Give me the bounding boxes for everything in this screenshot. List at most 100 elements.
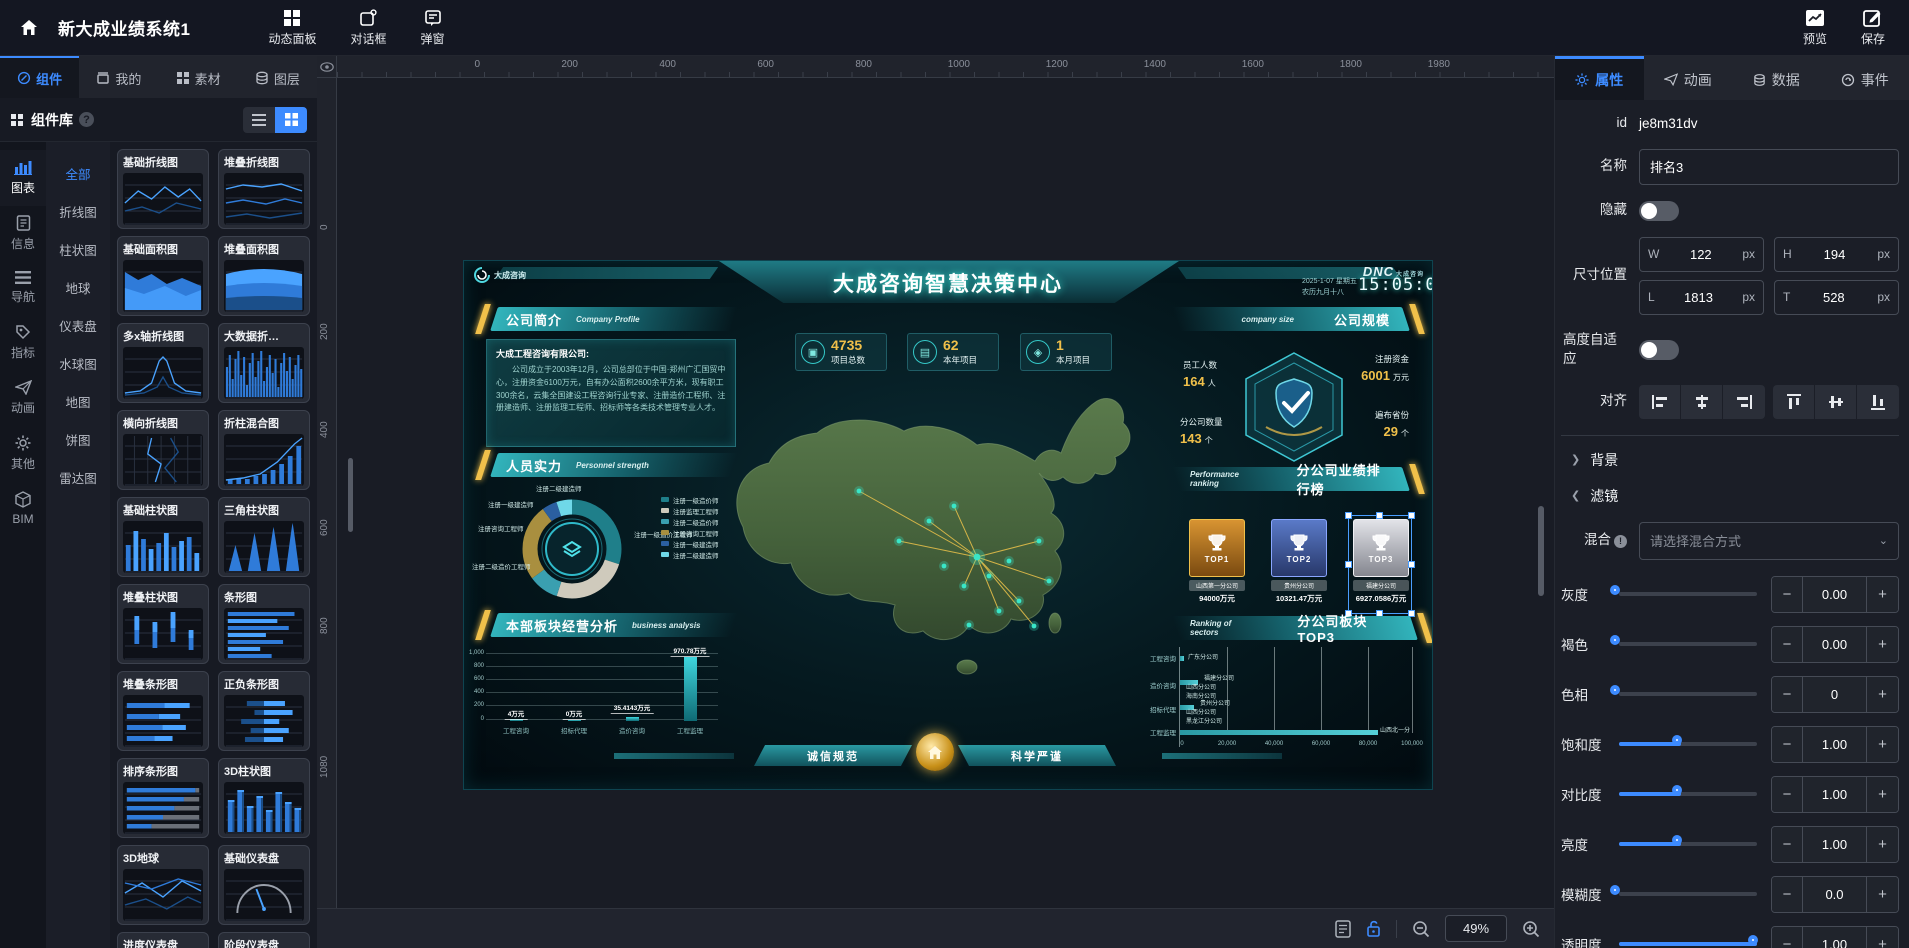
save-button[interactable]: 保存 [1861, 9, 1885, 47]
decrement-button[interactable]: − [1772, 777, 1803, 812]
component-card[interactable]: 堆叠折线图 [218, 149, 310, 229]
ruler-eye-toggle[interactable] [317, 56, 337, 78]
increment-button[interactable]: + [1866, 777, 1898, 812]
auto-height-toggle[interactable] [1639, 340, 1679, 360]
decrement-button[interactable]: − [1772, 677, 1803, 712]
tab-layers[interactable]: 图层 [238, 56, 317, 98]
align-center-button[interactable] [1681, 385, 1723, 419]
rail-item-bim[interactable]: BIM [0, 482, 46, 536]
increment-button[interactable]: + [1866, 677, 1898, 712]
zoom-level[interactable]: 49% [1445, 915, 1507, 942]
home-button[interactable] [14, 13, 44, 43]
decrement-button[interactable]: − [1772, 577, 1803, 612]
value-field[interactable]: 1.00 [1803, 777, 1866, 812]
cat-map[interactable]: 地图 [46, 382, 110, 420]
align-middle-button[interactable] [1815, 385, 1857, 419]
component-card[interactable]: 堆叠条形图 [117, 671, 209, 751]
component-card[interactable]: 堆叠面积图 [218, 236, 310, 316]
component-card[interactable]: 大数据折… [218, 323, 310, 403]
cat-liquid[interactable]: 水球图 [46, 344, 110, 382]
value-field[interactable]: 1.00 [1803, 827, 1866, 862]
opacity-slider[interactable] [1619, 942, 1757, 946]
decrement-button[interactable]: − [1772, 827, 1803, 862]
dashboard-page[interactable]: 大成咨询智慧决策中心 大成咨询 DNC大成咨询 2025-1-07 星期五农历九… [463, 260, 1433, 790]
rail-item-other[interactable]: 其他 [0, 426, 46, 482]
rail-item-charts[interactable]: 图表 [0, 150, 46, 206]
component-card[interactable]: 堆叠柱状图 [117, 584, 209, 664]
rail-item-info[interactable]: 信息 [0, 206, 46, 262]
tab-assets[interactable]: 素材 [159, 56, 238, 98]
cat-all[interactable]: 全部 [46, 154, 110, 192]
align-right-button[interactable] [1723, 385, 1765, 419]
background-section-toggle[interactable]: ❯ 背景 [1571, 450, 1899, 470]
decrement-button[interactable]: − [1772, 727, 1803, 762]
increment-button[interactable]: + [1866, 927, 1898, 948]
align-top-button[interactable] [1773, 385, 1815, 419]
cat-line[interactable]: 折线图 [46, 192, 110, 230]
left-scrollbar-thumb[interactable] [348, 458, 353, 532]
tab-properties[interactable]: 属性 [1555, 56, 1644, 100]
blur-slider[interactable] [1619, 892, 1757, 896]
rail-item-animation[interactable]: 动画 [0, 371, 46, 426]
decrement-button[interactable]: − [1772, 627, 1803, 662]
hide-toggle[interactable] [1639, 201, 1679, 221]
tab-animation[interactable]: 动画 [1644, 56, 1733, 100]
component-card[interactable]: 正负条形图 [218, 671, 310, 751]
component-card[interactable]: 3D柱状图 [218, 758, 310, 838]
decrement-button[interactable]: − [1772, 927, 1803, 948]
zoom-out-button[interactable] [1412, 920, 1430, 938]
left-field[interactable]: L1813px [1639, 280, 1764, 315]
canvas-area[interactable]: 0 200 400 600 800 1000 1200 1400 1600 18… [317, 56, 1554, 948]
component-card[interactable]: 基础折线图 [117, 149, 209, 229]
increment-button[interactable]: + [1866, 827, 1898, 862]
grayscale-slider[interactable] [1619, 592, 1757, 596]
component-card[interactable]: 折柱混合图 [218, 410, 310, 490]
component-card[interactable]: 基础仪表盘 [218, 845, 310, 925]
contrast-slider[interactable] [1619, 792, 1757, 796]
value-field[interactable]: 1.00 [1803, 927, 1866, 948]
cat-pie[interactable]: 饼图 [46, 420, 110, 458]
value-field[interactable]: 1.00 [1803, 727, 1866, 762]
component-card[interactable]: 基础面积图 [117, 236, 209, 316]
align-bottom-button[interactable] [1857, 385, 1899, 419]
filter-section-toggle[interactable]: ❮ 滤镜 [1571, 486, 1899, 506]
component-card[interactable]: 基础柱状图 [117, 497, 209, 577]
selected-component-outline[interactable] [1348, 515, 1412, 614]
component-card[interactable]: 条形图 [218, 584, 310, 664]
sepia-slider[interactable] [1619, 642, 1757, 646]
right-scrollbar-thumb[interactable] [1538, 506, 1544, 596]
tab-mine[interactable]: 我的 [79, 56, 158, 98]
component-card[interactable]: 三角柱状图 [218, 497, 310, 577]
blend-mode-select[interactable]: 请选择混合方式 ⌄ [1639, 522, 1899, 560]
component-card[interactable]: 排序条形图 [117, 758, 209, 838]
name-input[interactable] [1639, 149, 1899, 185]
component-card[interactable]: 横向折线图 [117, 410, 209, 490]
tab-events[interactable]: 事件 [1821, 56, 1909, 100]
align-left-button[interactable] [1639, 385, 1681, 419]
value-field[interactable]: 0.0 [1803, 877, 1866, 912]
rail-item-nav[interactable]: 导航 [0, 262, 46, 315]
top-field[interactable]: T528px [1774, 280, 1899, 315]
height-field[interactable]: H194px [1774, 237, 1899, 272]
cat-gauge[interactable]: 仪表盘 [46, 306, 110, 344]
help-icon[interactable]: ? [79, 112, 94, 127]
saturation-slider[interactable] [1619, 742, 1757, 746]
list-view-button[interactable] [243, 107, 275, 133]
dynamic-panel-button[interactable]: 动态面板 [268, 9, 316, 47]
popup-button[interactable]: 弹窗 [421, 9, 445, 47]
width-field[interactable]: W122px [1639, 237, 1764, 272]
value-field[interactable]: 0 [1803, 677, 1866, 712]
decrement-button[interactable]: − [1772, 877, 1803, 912]
component-card[interactable]: 3D地球 [117, 845, 209, 925]
value-field[interactable]: 0.00 [1803, 577, 1866, 612]
increment-button[interactable]: + [1866, 727, 1898, 762]
preview-button[interactable]: 预览 [1803, 9, 1827, 47]
unlock-icon[interactable] [1366, 920, 1381, 937]
hue-slider[interactable] [1619, 692, 1757, 696]
zoom-in-button[interactable] [1522, 920, 1540, 938]
rail-item-indicator[interactable]: 指标 [0, 315, 46, 371]
grid-view-button[interactable] [275, 107, 307, 133]
increment-button[interactable]: + [1866, 577, 1898, 612]
cat-bar[interactable]: 柱状图 [46, 230, 110, 268]
cat-globe[interactable]: 地球 [46, 268, 110, 306]
